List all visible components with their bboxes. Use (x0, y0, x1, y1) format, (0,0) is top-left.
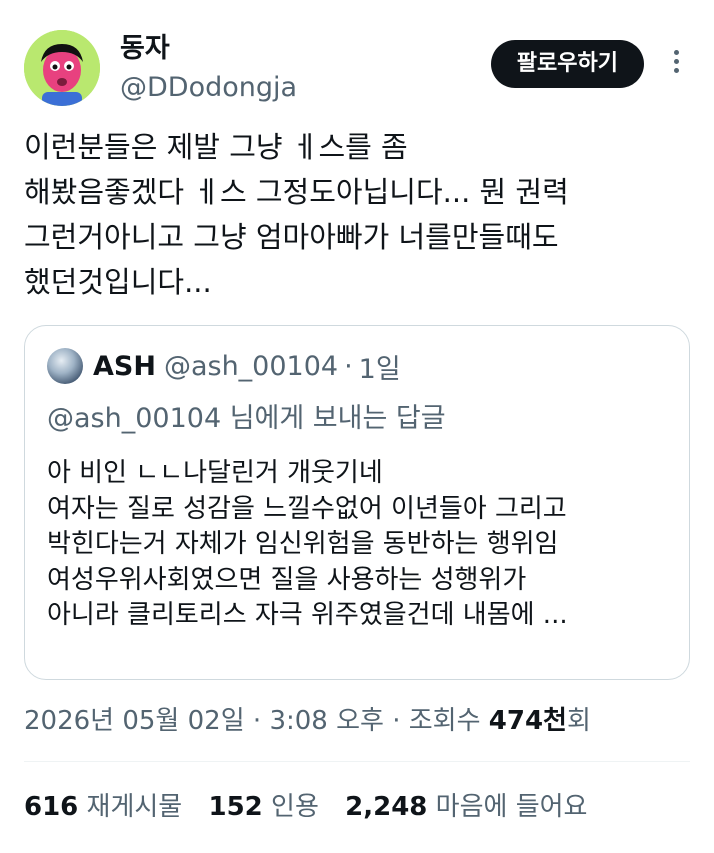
divider (24, 761, 690, 762)
more-vertical-icon[interactable] (662, 46, 690, 82)
author-names: 동자 @DDodongja (120, 32, 297, 108)
quote-avatar[interactable] (47, 348, 83, 384)
quote-separator: · (344, 350, 353, 382)
quote-author-name: ASH (93, 350, 156, 382)
author-handle[interactable]: @DDodongja (120, 68, 297, 108)
quotes-stat[interactable]: 152 인용 (209, 792, 319, 822)
tweet-text: 이런분들은 제발 그냥 ㅔ스를 좀 해봤음좋겠다 ㅔ스 그정도아닙니다... 뭔… (24, 130, 569, 299)
tweet-meta: 2026년 05월 02일 · 3:08 오후 · 조회수 474천회 (24, 700, 591, 737)
author-avatar[interactable] (24, 30, 100, 106)
tweet-date: 2026년 05월 02일 (24, 706, 245, 736)
reposts-count: 616 (24, 792, 79, 822)
author-display-name[interactable]: 동자 (120, 32, 297, 66)
meta-separator: · (383, 706, 409, 736)
views-suffix: 회 (566, 706, 591, 736)
views-label: 조회수 (408, 706, 489, 736)
quoted-tweet[interactable]: ASH @ash_00104 · 1일 @ash_00104 님에게 보내는 답… (24, 325, 690, 680)
follow-button[interactable]: 팔로우하기 (490, 40, 644, 88)
cartoon-face-avatar-icon (24, 30, 100, 106)
quote-time: 1일 (358, 353, 401, 385)
quote-reply-to: @ash_00104 님에게 보내는 답글 (47, 403, 446, 434)
likes-count: 2,248 (345, 792, 428, 822)
reposts-stat[interactable]: 616 재게시물 (24, 792, 182, 822)
engagement-stats: 616 재게시물 152 인용 2,248 마음에 들어요 (24, 786, 605, 823)
quote-body: 아 비인 ㄴㄴ나달린거 개웃기네 여자는 질로 성감을 느낄수없어 이년들아 그… (47, 458, 568, 630)
likes-stat[interactable]: 2,248 마음에 들어요 (345, 792, 587, 822)
tweet-time: 3:08 오후 (269, 706, 384, 736)
tweet-header: 동자 @DDodongja 팔로우하기 (24, 24, 690, 106)
views-count: 474천 (488, 706, 567, 736)
meta-separator: · (244, 706, 270, 736)
likes-label: 마음에 들어요 (435, 792, 588, 822)
quote-author-handle: @ash_00104 (163, 350, 339, 382)
quote-header: ASH @ash_00104 · 1일 (47, 348, 401, 385)
quotes-count: 152 (208, 792, 263, 822)
quotes-label: 인용 (271, 792, 319, 822)
reposts-label: 재게시물 (86, 792, 183, 822)
